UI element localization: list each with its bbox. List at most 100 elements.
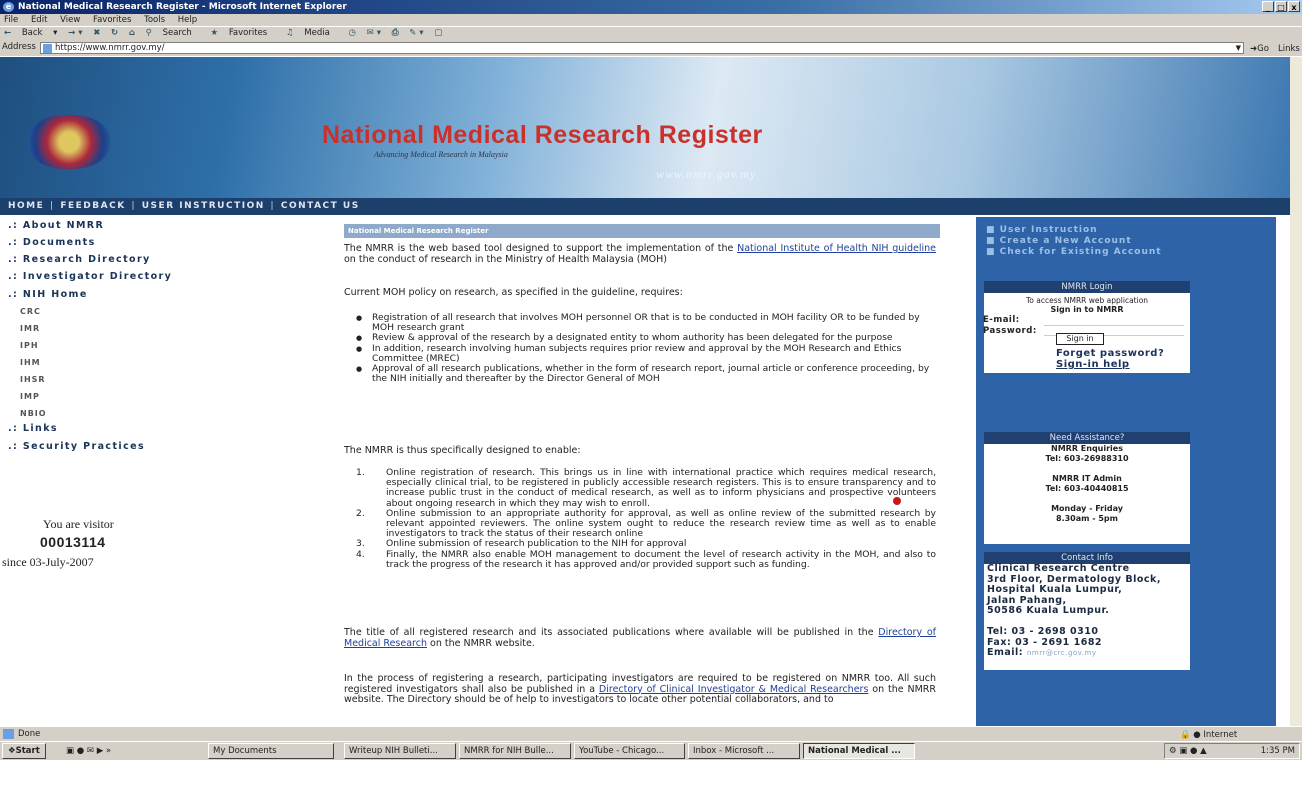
security-zone: 🔒 ● Internet: [1180, 728, 1237, 742]
list-item: In addition, research involving human su…: [356, 343, 936, 364]
visitor-label: You are visitor: [43, 517, 114, 531]
directory-investigator-link[interactable]: Directory of Clinical Investigator & Med…: [599, 684, 868, 695]
system-tray: ⚙ ▣ ● ▲ 1:35 PM: [1164, 743, 1300, 759]
user-instruction-link[interactable]: ■ User Instruction: [986, 225, 1266, 236]
intro-paragraph: The NMRR is the web based tool designed …: [344, 243, 936, 265]
start-button[interactable]: ❖Start: [2, 743, 46, 759]
taskbar-button[interactable]: My Documents: [208, 743, 334, 759]
desktop-icon[interactable]: ▣: [66, 746, 74, 756]
assistance-header: Need Assistance?: [984, 432, 1190, 444]
left-submenu-imr[interactable]: IMR: [20, 324, 40, 333]
taskbar-button[interactable]: NMRR for NIH Bulle...: [459, 743, 571, 759]
home-icon[interactable]: ⌂: [129, 28, 135, 38]
left-menu-nih-home[interactable]: .: NIH Home: [8, 289, 88, 300]
left-submenu-ihsr[interactable]: IHSR: [20, 375, 46, 384]
nih-guideline-link[interactable]: National Institute of Health NIH guideli…: [737, 243, 936, 254]
right-sidebar: ■ User Instruction ■ Create a New Accoun…: [976, 217, 1276, 726]
site-subtitle: Advancing Medical Research in Malaysia: [374, 150, 508, 159]
left-submenu-crc[interactable]: CRC: [20, 307, 41, 316]
email-field[interactable]: [1044, 317, 1184, 326]
left-menu-links[interactable]: .: Links: [8, 423, 58, 434]
menu-help[interactable]: Help: [178, 15, 197, 25]
enable-paragraph: The NMRR is thus specifically designed t…: [344, 445, 581, 456]
assistance-line: NMRR IT Admin: [1052, 474, 1122, 483]
top-nav: HOME | FEEDBACK | USER INSTRUCTION | CON…: [0, 198, 1290, 215]
menu-favorites[interactable]: Favorites: [93, 15, 131, 25]
contact-line: Hospital Kuala Lumpur,: [987, 584, 1123, 595]
taskbar-button[interactable]: Writeup NIH Bulleti...: [344, 743, 456, 759]
malaysia-crest-logo: [28, 115, 110, 169]
search-label: Search: [162, 28, 192, 38]
close-button[interactable]: x: [1288, 1, 1300, 12]
left-submenu-imp[interactable]: IMP: [20, 392, 40, 401]
address-input[interactable]: https://www.nmrr.gov.my/ ▼: [40, 42, 1244, 54]
menu-edit[interactable]: Edit: [31, 15, 47, 25]
taskbar-button[interactable]: Inbox - Microsoft ...: [688, 743, 800, 759]
left-menu-research-directory[interactable]: .: Research Directory: [8, 254, 151, 265]
dropdown-arrow-icon[interactable]: ▼: [1236, 43, 1241, 54]
links-button[interactable]: Links: [1278, 42, 1300, 57]
nav-user-instruction[interactable]: USER INSTRUCTION: [142, 201, 265, 211]
favorites-label: Favorites: [228, 28, 268, 38]
window-title: National Medical Research Register - Mic…: [18, 2, 347, 12]
ie-icon: e: [3, 2, 14, 12]
media-button[interactable]: ♫ Media: [286, 28, 338, 38]
list-item: Registration of all research that involv…: [356, 312, 936, 333]
left-menu-documents[interactable]: .: Documents: [8, 237, 96, 248]
media-icon: ♫: [285, 28, 294, 38]
content-header: National Medical Research Register: [344, 224, 940, 238]
assistance-panel: Need Assistance? NMRR Enquiries Tel: 603…: [984, 432, 1190, 544]
visitor-since: since 03-July-2007: [2, 555, 94, 569]
left-submenu-iph[interactable]: IPH: [20, 341, 39, 350]
edit-icon[interactable]: ✎ ▾: [409, 28, 423, 38]
outlook-icon[interactable]: ✉: [87, 746, 94, 756]
print-icon[interactable]: ⎙: [392, 28, 399, 38]
tray-icons[interactable]: ⚙ ▣ ● ▲: [1169, 746, 1207, 756]
page-scroll-gutter: [1276, 217, 1290, 726]
contact-email-value[interactable]: nmrr@crc.gov.my: [1027, 649, 1097, 657]
maximize-button[interactable]: □: [1275, 1, 1287, 12]
mail-icon[interactable]: ✉ ▾: [367, 28, 381, 38]
menu-tools[interactable]: Tools: [144, 15, 165, 25]
sign-in-button[interactable]: Sign in: [1056, 333, 1104, 345]
history-icon[interactable]: ◷: [349, 28, 356, 38]
left-menu-about[interactable]: .: About NMRR: [8, 220, 104, 231]
assistance-line: NMRR Enquiries: [1051, 444, 1123, 453]
left-menu-investigator-directory[interactable]: .: Investigator Directory: [8, 271, 172, 282]
nav-contact-us[interactable]: CONTACT US: [281, 201, 360, 211]
create-account-link[interactable]: ■ Create a New Account: [986, 236, 1266, 247]
sign-in-help-link[interactable]: Sign-in help: [1056, 359, 1130, 370]
contact-phone: Tel: 03 - 2698 0310: [987, 626, 1099, 637]
back-button[interactable]: ← Back ▾: [4, 28, 57, 38]
ie-quicklaunch-icon[interactable]: ●: [77, 746, 84, 756]
vertical-scrollbar[interactable]: [1290, 57, 1302, 726]
lock-icon: 🔒: [1180, 730, 1191, 740]
media-player-icon[interactable]: ▶: [97, 746, 104, 756]
favorites-icon: ★: [210, 28, 219, 38]
globe-icon: ●: [1193, 730, 1201, 740]
forward-arrow-icon[interactable]: → ▾: [68, 28, 82, 38]
left-submenu-ihm[interactable]: IHM: [20, 358, 41, 367]
nav-separator: |: [126, 201, 141, 211]
taskbar-button[interactable]: YouTube - Chicago...: [574, 743, 685, 759]
check-account-link[interactable]: ■ Check for Existing Account: [986, 247, 1266, 258]
nav-home[interactable]: HOME: [8, 201, 44, 211]
discuss-icon[interactable]: ▢: [434, 28, 442, 38]
zone-label: Internet: [1203, 730, 1238, 740]
stop-icon[interactable]: ✖: [93, 28, 100, 38]
go-button[interactable]: ➜Go: [1250, 42, 1269, 57]
left-submenu-nbio[interactable]: NBIO: [20, 409, 47, 418]
search-button[interactable]: ⚲ Search: [146, 28, 200, 38]
list-item: 4. Finally, the NMRR also enable MOH mana…: [356, 549, 936, 570]
left-menu-security-practices[interactable]: .: Security Practices: [8, 441, 145, 452]
refresh-icon[interactable]: ↻: [111, 28, 118, 38]
contact-line: Clinical Research Centre: [987, 563, 1130, 574]
intro-text-end: on the conduct of research in the Minist…: [344, 253, 667, 265]
taskbar-button-active[interactable]: National Medical ...: [803, 743, 915, 759]
minimize-button[interactable]: _: [1262, 1, 1274, 12]
forgot-password-link[interactable]: Forget password?: [1056, 348, 1164, 359]
menu-view[interactable]: View: [60, 15, 80, 25]
favorites-button[interactable]: ★ Favorites: [211, 28, 276, 38]
nav-feedback[interactable]: FEEDBACK: [60, 201, 125, 211]
menu-file[interactable]: File: [4, 15, 18, 25]
